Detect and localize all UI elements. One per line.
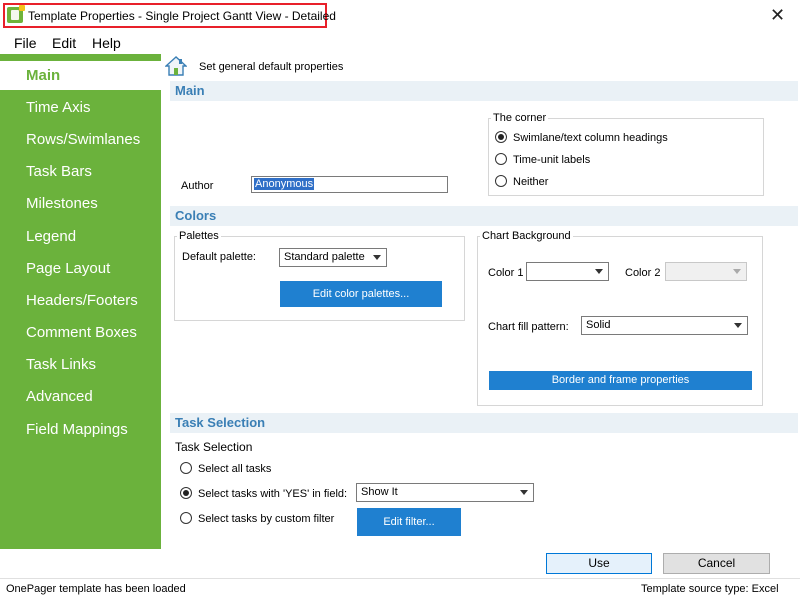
task-selection-section-header: Task Selection: [170, 413, 798, 433]
palettes-group-title: Palettes: [177, 230, 221, 242]
sidebar-item-milestones[interactable]: Milestones: [26, 195, 98, 212]
corner-radio-swimlane[interactable]: [495, 131, 507, 143]
sidebar-item-legend[interactable]: Legend: [26, 228, 76, 245]
color2-label: Color 2: [625, 267, 661, 279]
color1-label: Color 1: [488, 267, 524, 279]
chevron-down-icon: [373, 255, 381, 260]
template-source-type: Template source type: Excel: [641, 583, 779, 595]
cancel-button[interactable]: Cancel: [663, 553, 770, 574]
corner-label-neither: Neither: [513, 176, 549, 188]
sidebar-item-field-mappings[interactable]: Field Mappings: [26, 421, 128, 438]
chevron-down-icon: [733, 269, 741, 274]
sidebar-item-rows-swimlanes[interactable]: Rows/Swimlanes: [26, 131, 140, 148]
sidebar-item-headers-footers[interactable]: Headers/Footers: [26, 292, 138, 309]
chevron-down-icon: [595, 269, 603, 274]
colors-section-header: Colors: [170, 206, 798, 226]
author-value: Anonymous: [254, 178, 315, 190]
close-icon[interactable]: ✕: [770, 6, 785, 24]
menu-edit[interactable]: Edit: [52, 35, 76, 51]
fill-pattern-label: Chart fill pattern:: [488, 321, 569, 333]
color2-select: [665, 262, 747, 281]
sidebar-item-task-bars[interactable]: Task Bars: [26, 163, 92, 180]
sidebar-item-time-axis[interactable]: Time Axis: [26, 99, 90, 116]
fill-pattern-value: Solid: [586, 319, 611, 331]
sidebar-item-page-layout[interactable]: Page Layout: [26, 260, 110, 277]
select-all-tasks-radio[interactable]: [180, 462, 192, 474]
default-palette-value: Standard palette: [284, 251, 365, 263]
page-subtitle: Set general default properties: [199, 61, 344, 73]
title-bar: Template Properties - Single Project Gan…: [0, 0, 800, 32]
border-frame-properties-button[interactable]: Border and frame properties: [489, 371, 752, 390]
default-palette-label: Default palette:: [182, 251, 256, 263]
corner-radio-neither[interactable]: [495, 175, 507, 187]
menu-bar: File Edit Help: [0, 32, 800, 54]
window-title: Template Properties - Single Project Gan…: [28, 9, 336, 23]
task-field-value: Show It: [361, 486, 398, 498]
corner-label-time-unit: Time-unit labels: [513, 154, 591, 166]
author-label: Author: [181, 180, 214, 192]
select-custom-filter-label: Select tasks by custom filter: [198, 513, 335, 525]
use-button[interactable]: Use: [546, 553, 652, 574]
chevron-down-icon: [520, 490, 528, 495]
main-section-header: Main: [170, 81, 798, 101]
author-field[interactable]: Anonymous: [251, 176, 448, 193]
edit-filter-button[interactable]: Edit filter...: [357, 508, 461, 536]
color1-select[interactable]: [526, 262, 609, 281]
corner-label-swimlane: Swimlane/text column headings: [513, 132, 668, 144]
corner-radio-time-unit[interactable]: [495, 153, 507, 165]
app-icon: [7, 5, 25, 23]
select-custom-filter-radio[interactable]: [180, 512, 192, 524]
home-icon: [165, 56, 187, 76]
sidebar-item-comment-boxes[interactable]: Comment Boxes: [26, 324, 137, 341]
default-palette-select[interactable]: Standard palette: [279, 248, 387, 267]
sidebar-item-advanced[interactable]: Advanced: [26, 388, 93, 405]
select-yes-field-label: Select tasks with 'YES' in field:: [198, 488, 348, 500]
sidebar-item-main[interactable]: Main: [0, 61, 161, 90]
corner-group-title: The corner: [491, 112, 549, 124]
status-message: OnePager template has been loaded: [6, 583, 186, 595]
chart-background-title: Chart Background: [480, 230, 573, 242]
menu-help[interactable]: Help: [92, 35, 121, 51]
task-field-select[interactable]: Show It: [356, 483, 534, 502]
chevron-down-icon: [734, 323, 742, 328]
task-selection-subtitle: Task Selection: [175, 440, 253, 454]
select-all-tasks-label: Select all tasks: [198, 463, 272, 475]
fill-pattern-select[interactable]: Solid: [581, 316, 748, 335]
sidebar-item-task-links[interactable]: Task Links: [26, 356, 96, 373]
menu-file[interactable]: File: [14, 35, 37, 51]
select-yes-field-radio[interactable]: [180, 487, 192, 499]
edit-color-palettes-button[interactable]: Edit color palettes...: [280, 281, 442, 307]
